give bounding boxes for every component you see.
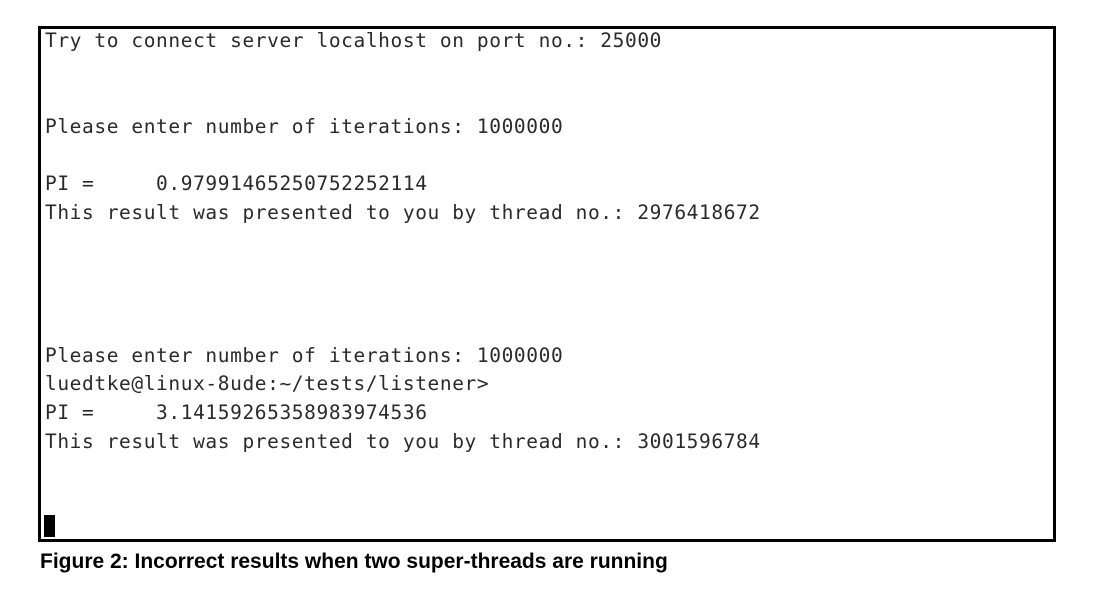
terminal-window[interactable]: Try to connect server localhost on port … [38,26,1056,542]
figure-caption: Figure 2: Incorrect results when two sup… [40,550,668,573]
terminal-line-pi-result: PI = 0.97991465250752252114 [45,172,428,195]
terminal-cursor [44,515,55,537]
terminal-line-connect: Try to connect server localhost on port … [45,29,662,52]
terminal-line-thread-result: This result was presented to you by thre… [45,201,761,224]
terminal-line-prompt-iterations: Please enter number of iterations: 10000… [45,115,564,138]
terminal-line-shell-prompt: luedtke@linux-8ude:~/tests/listener> [45,372,490,395]
terminal-line-prompt-iterations: Please enter number of iterations: 10000… [45,344,564,367]
terminal-line-pi-result: PI = 3.14159265358983974536 [45,401,428,424]
terminal-line-thread-result: This result was presented to you by thre… [45,430,761,453]
